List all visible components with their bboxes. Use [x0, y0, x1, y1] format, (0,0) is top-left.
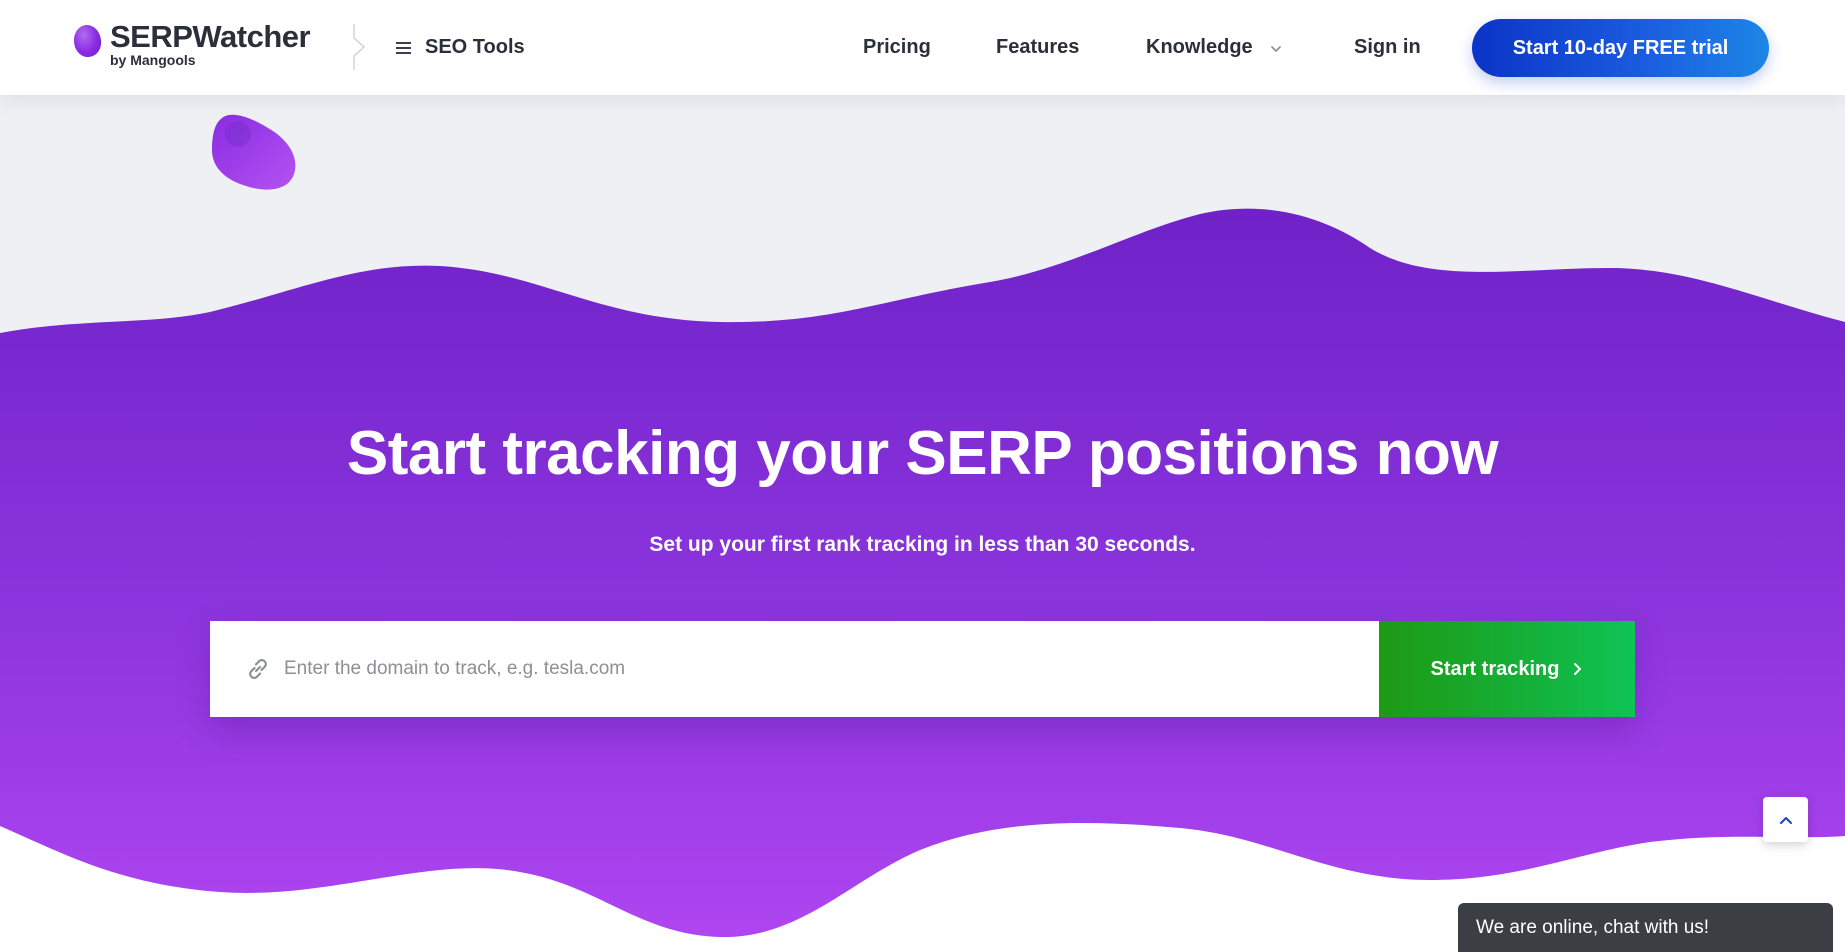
seo-tools-menu-button[interactable]: SEO Tools [396, 36, 525, 59]
start-free-trial-button[interactable]: Start 10-day FREE trial [1472, 19, 1769, 77]
decorative-blob [212, 114, 296, 190]
nav-link-sign-in[interactable]: Sign in [1354, 36, 1421, 59]
nav-knowledge-label: Knowledge [1146, 36, 1253, 58]
hamburger-icon [396, 41, 411, 54]
nav-dropdown-knowledge[interactable]: Knowledge [1146, 36, 1283, 59]
hero-title: Start tracking your SERP positions now [346, 419, 1499, 488]
logo[interactable]: SERPWatcher by Mangools [71, 19, 311, 68]
domain-search-bar: Start tracking [210, 621, 1635, 717]
live-chat-widget[interactable]: We are online, chat with us! [1458, 903, 1833, 952]
chat-widget-label: We are online, chat with us! [1476, 917, 1710, 938]
seo-tools-label: SEO Tools [425, 36, 525, 58]
logo-divider-chevron-icon [353, 24, 365, 70]
top-navigation-bar: SERPWatcher by Mangools SEO Tools Pricin… [0, 0, 1845, 95]
chevron-down-icon [1270, 45, 1281, 52]
page: SERPWatcher by Mangools SEO Tools Pricin… [0, 0, 1845, 952]
scroll-to-top-button[interactable] [1763, 797, 1808, 842]
nav-link-features[interactable]: Features [996, 36, 1079, 59]
logo-blob-icon [71, 23, 104, 59]
hero-subtitle: Set up your first rank tracking in less … [649, 533, 1196, 556]
chevron-up-icon [1779, 816, 1792, 824]
logo-name: SERPWatcher [110, 19, 311, 54]
start-tracking-label: Start tracking [1430, 657, 1560, 680]
start-tracking-button[interactable]: Start tracking [1379, 621, 1635, 717]
domain-input[interactable] [284, 649, 1384, 689]
chevron-right-icon [1574, 663, 1582, 675]
logo-subtitle: by Mangools [110, 52, 196, 68]
link-icon [249, 659, 267, 679]
nav-link-pricing[interactable]: Pricing [863, 36, 931, 59]
